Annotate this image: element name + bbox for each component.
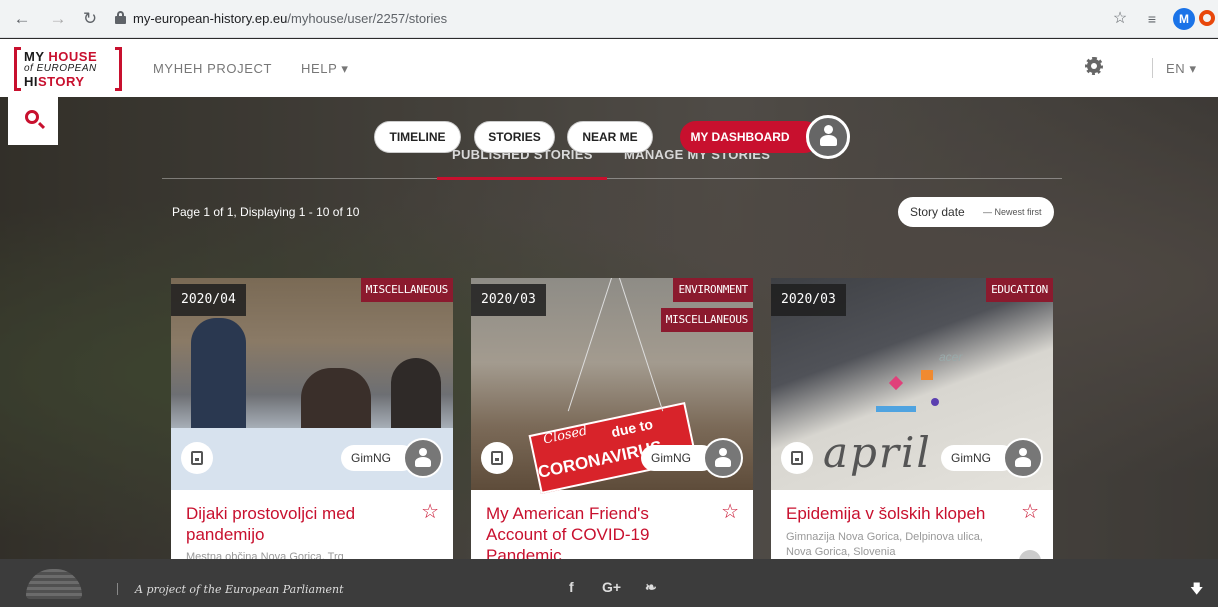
pagination-info: Page 1 of 1, Displaying 1 - 10 of 10 (172, 205, 360, 219)
browser-toolbar: ← → ↻ my-european-history.ep.eu/myhouse/… (0, 0, 1218, 38)
forward-arrow-icon[interactable]: → (48, 9, 68, 29)
reload-icon[interactable]: ↻ (80, 9, 100, 29)
author-avatar (1003, 438, 1043, 478)
image-icon (491, 451, 503, 465)
category-tag[interactable]: EDUCATION (986, 278, 1053, 302)
profile-avatar[interactable]: M (1173, 8, 1195, 30)
address-bar[interactable]: my-european-history.ep.eu/myhouse/user/2… (105, 7, 1105, 31)
story-location: Gimnazija Nova Gorica, Delpinova ulica, … (786, 531, 983, 558)
category-tag[interactable]: MISCELLANEOUS (660, 308, 753, 332)
ep-logo[interactable] (26, 569, 82, 599)
user-icon (819, 125, 837, 147)
bookmark-star-icon[interactable]: ☆ (1110, 9, 1130, 29)
media-type-button[interactable] (781, 442, 813, 474)
favorite-star-icon[interactable]: ☆ (1021, 502, 1039, 522)
active-tab-indicator (437, 177, 607, 180)
story-date: 2020/03 (771, 284, 846, 316)
pill-timeline[interactable]: TIMELINE (374, 121, 461, 153)
favorite-star-icon[interactable]: ☆ (721, 502, 739, 522)
footer-tagline: A project of the European Parliament (135, 583, 344, 596)
story-date: 2020/03 (471, 284, 546, 316)
menu-myheh-project[interactable]: MYHEH PROJECT (153, 61, 272, 76)
facebook-icon[interactable]: f (569, 579, 574, 595)
tabs-divider (162, 178, 1062, 179)
user-icon (1015, 448, 1031, 468)
sort-dropdown[interactable]: Story date — Newest first (898, 197, 1054, 227)
lock-icon (115, 11, 126, 24)
author-avatar (403, 438, 443, 478)
pill-stories[interactable]: STORIES (474, 121, 555, 153)
search-button[interactable] (8, 97, 58, 145)
story-title[interactable]: Epidemija v šolskih klopeh (786, 503, 1011, 524)
back-arrow-icon[interactable]: ← (12, 9, 32, 29)
site-logo[interactable]: MY HOUSE of EUROPEAN HISTORY (14, 47, 122, 91)
dashboard-avatar[interactable] (806, 115, 850, 159)
scroll-indicator (1019, 550, 1041, 559)
media-type-button[interactable] (481, 442, 513, 474)
user-icon (415, 448, 431, 468)
menu-help[interactable]: HELP ▾ (301, 61, 348, 77)
handwritten-april: april (823, 428, 932, 477)
category-tag[interactable]: MISCELLANEOUS (360, 278, 453, 302)
image-icon (191, 451, 203, 465)
story-location: Mestna občina Nova Gorica, Trg (186, 551, 344, 559)
story-date: 2020/04 (171, 284, 246, 316)
favorite-star-icon[interactable]: ☆ (421, 502, 439, 522)
story-title[interactable]: Dijaki prostovoljci med pandemijo (186, 503, 411, 545)
url-text: my-european-history.ep.eu/myhouse/user/2… (133, 11, 448, 26)
search-icon (25, 110, 39, 124)
google-plus-icon[interactable]: G+ (602, 579, 621, 595)
twitter-icon[interactable]: ❧ (645, 579, 657, 596)
story-card[interactable]: Closed due to CORONAVIRUS 2020/03 ENVIRO… (471, 278, 753, 559)
story-card[interactable]: 2020/04 MISCELLANEOUS GimNG Dijaki prost… (171, 278, 453, 559)
header-divider (1152, 58, 1153, 78)
media-type-button[interactable] (181, 442, 213, 474)
extension-icon[interactable] (1199, 10, 1215, 26)
site-footer: A project of the European Parliament f G… (0, 559, 1218, 607)
story-card[interactable]: acer april 2020/03 EDUCATION GimNG Epide… (771, 278, 1053, 559)
story-title[interactable]: My American Friend's Account of COVID-19… (486, 503, 711, 559)
category-tag[interactable]: ENVIRONMENT (673, 278, 753, 302)
site-header: MY HOUSE of EUROPEAN HISTORY MYHEH PROJE… (0, 39, 1218, 97)
scroll-down-icon[interactable]: 🡇 (1190, 580, 1203, 602)
pill-my-dashboard[interactable]: MY DASHBOARD (680, 121, 820, 153)
reading-list-icon[interactable]: ≡ (1142, 9, 1162, 29)
author-avatar (703, 438, 743, 478)
laptop-brand-text: acer (939, 350, 963, 364)
user-icon (715, 448, 731, 468)
pill-near-me[interactable]: NEAR ME (567, 121, 653, 153)
language-select[interactable]: EN ▾ (1166, 61, 1197, 77)
image-icon (791, 451, 803, 465)
